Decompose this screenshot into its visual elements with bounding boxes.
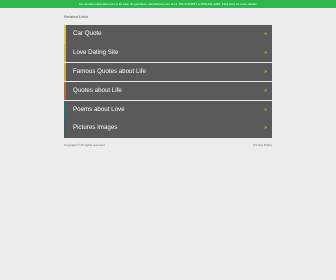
link-item-quotes-about-life[interactable]: Quotes about Life » xyxy=(64,81,272,101)
chevron-right-icon: » xyxy=(263,49,267,56)
chevron-right-icon: » xyxy=(263,68,267,75)
link-label: Quotes about Life xyxy=(73,86,122,94)
privacy-policy-link[interactable]: Privacy Policy xyxy=(253,142,272,148)
link-label: Pictures Images xyxy=(73,124,118,132)
link-label: Car Quote xyxy=(73,30,102,37)
link-item-love-dating-site[interactable]: Love Dating Site » xyxy=(64,43,272,63)
link-label: Poems about Love xyxy=(73,105,125,113)
footer: Copyright © All rights reserved. Privacy… xyxy=(64,142,272,148)
link-item-poems-about-love[interactable]: Poems about Love » xyxy=(64,100,272,120)
chevron-right-icon: » xyxy=(263,31,267,37)
link-label: Famous Quotes about Life xyxy=(73,67,146,75)
chevron-right-icon: » xyxy=(263,87,267,94)
link-item-famous-quotes-about-life[interactable]: Famous Quotes about Life » xyxy=(64,62,272,82)
related-links-title: Related Links xyxy=(64,14,89,19)
link-label: Love Dating Site xyxy=(73,48,119,56)
related-links-list: Car Quote » Love Dating Site » Famous Qu… xyxy=(64,25,272,138)
related-links-container: Related Links Car Quote » Love Dating Si… xyxy=(64,14,272,138)
chevron-right-icon: » xyxy=(263,106,267,113)
link-item-pictures-images[interactable]: Pictures Images » xyxy=(64,119,272,138)
link-item-car-quote[interactable]: Car Quote » xyxy=(64,25,272,44)
for-sale-banner[interactable]: The domain carquotes.com is for sale. To… xyxy=(0,0,336,8)
banner-text[interactable]: The domain carquotes.com is for sale. To… xyxy=(79,2,258,6)
copyright-text: Copyright © All rights reserved. xyxy=(64,143,106,147)
chevron-right-icon: » xyxy=(263,125,267,132)
